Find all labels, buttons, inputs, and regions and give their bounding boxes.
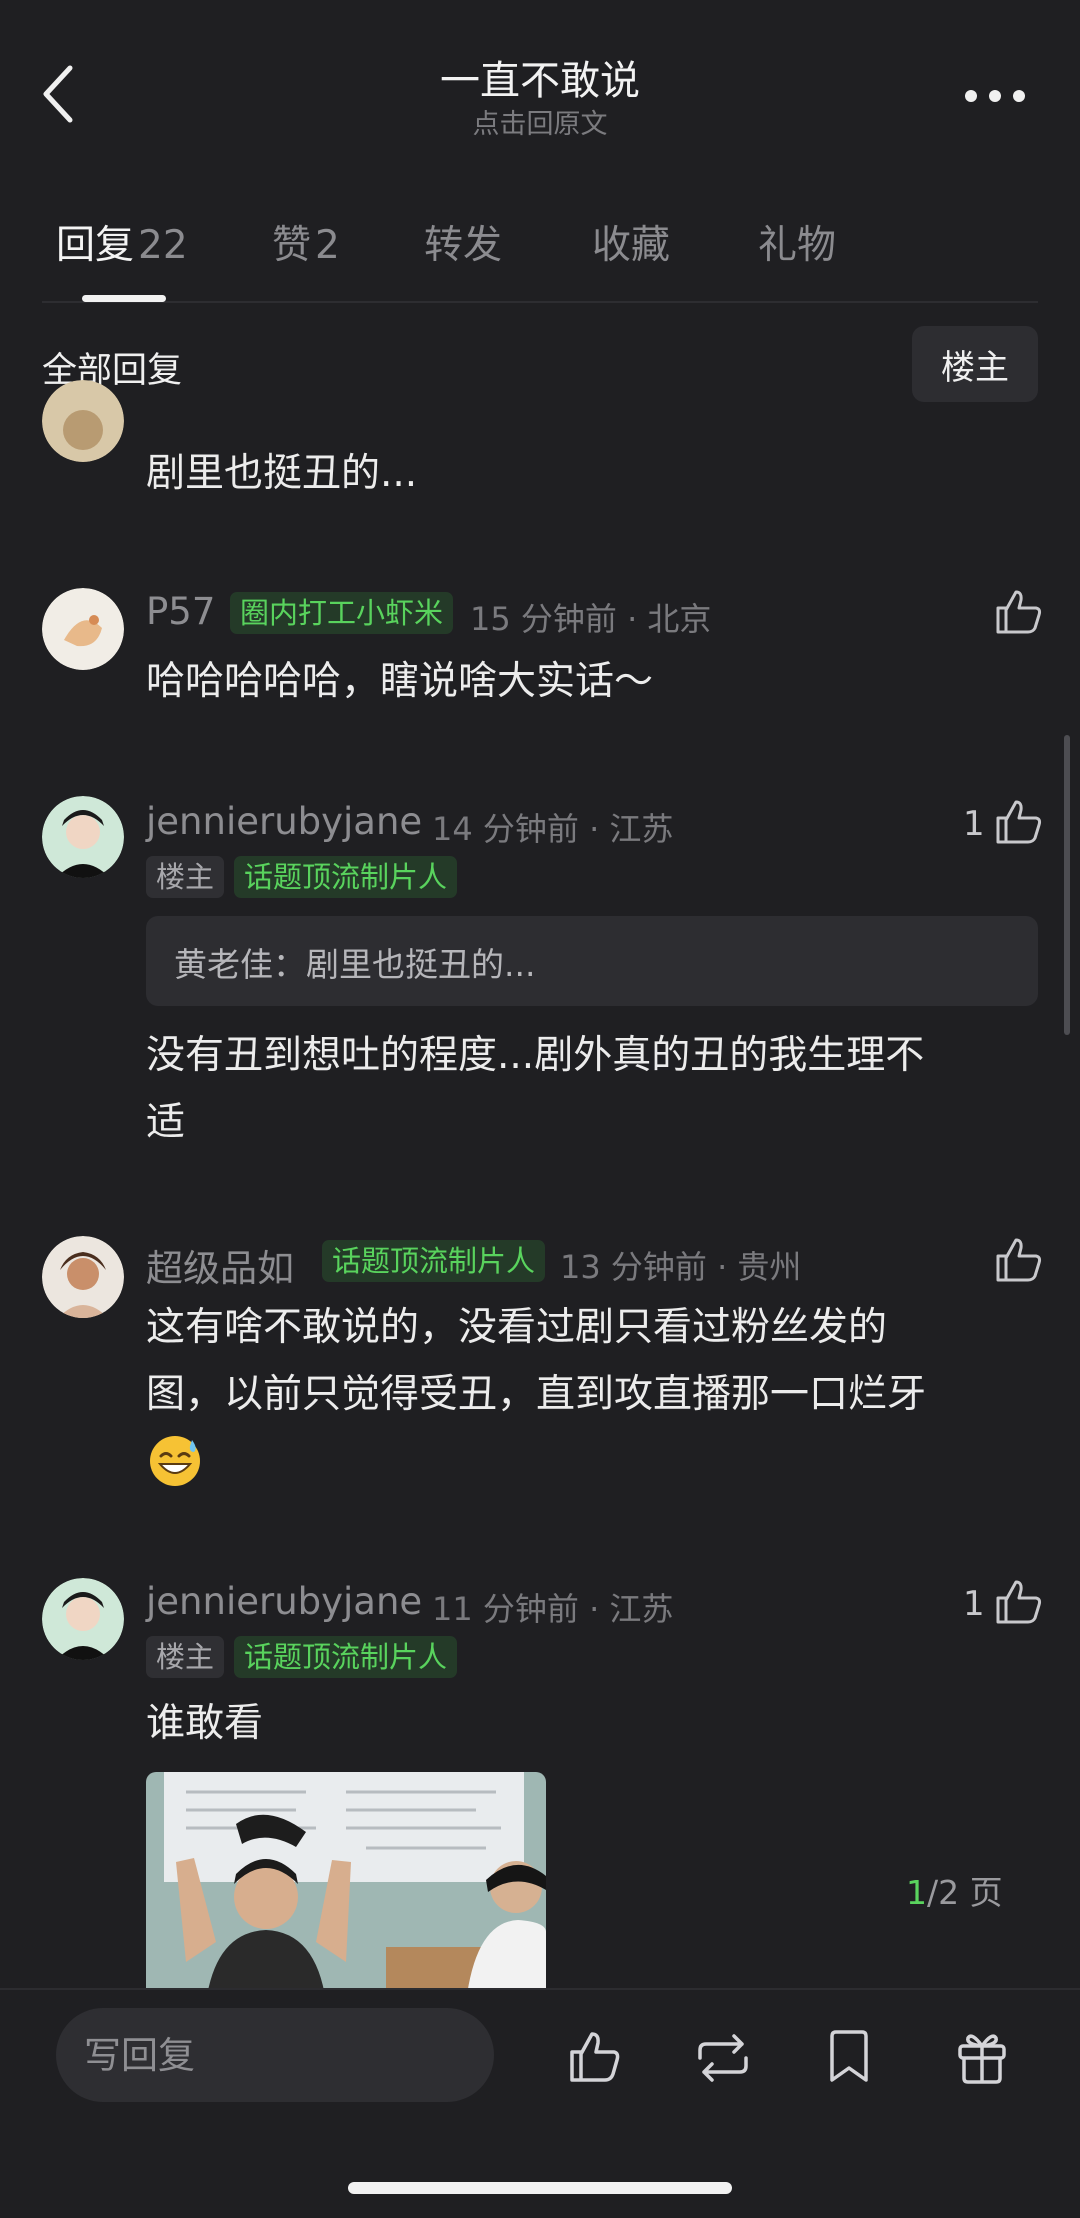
comment-content: 哈哈哈哈哈，瞎说啥大实话～ <box>146 659 654 704</box>
active-tab-indicator <box>82 295 166 302</box>
avatar[interactable] <box>42 1578 124 1660</box>
comment-content: 剧里也挺丑的... <box>146 451 418 496</box>
tab-label: 赞 <box>272 223 312 268</box>
tab-label: 回复 <box>56 223 135 268</box>
user-badge: 话题顶流制片人 <box>322 1240 546 1282</box>
thumbs-up-icon <box>996 1580 1042 1624</box>
comment-content: 这有啥不敢说的，没看过剧只看过粉丝发的 <box>146 1305 888 1350</box>
avatar[interactable] <box>42 380 124 462</box>
page-title[interactable]: 一直不敢说 <box>0 48 1080 106</box>
repost-icon <box>698 2034 748 2082</box>
more-button[interactable] <box>960 76 1030 116</box>
op-badge: 楼主 <box>146 856 225 898</box>
tab-likes[interactable]: 赞2 <box>272 214 340 270</box>
more-icon <box>965 90 1025 102</box>
like-button[interactable] <box>992 1234 1044 1286</box>
user-badge: 话题顶流制片人 <box>234 856 458 898</box>
gift-icon <box>958 2034 1006 2084</box>
tab-divider <box>42 301 1038 303</box>
tab-reposts[interactable]: 转发 <box>424 214 502 270</box>
comment-meta: 11 分钟前 · 江苏 <box>432 1590 674 1628</box>
op-filter-button[interactable]: 楼主 <box>912 326 1038 402</box>
user-badge: 话题顶流制片人 <box>234 1636 458 1678</box>
tab-label: 收藏 <box>592 223 671 268</box>
total-pages: /2 页 <box>927 1873 1003 1912</box>
current-page: 1 <box>906 1873 927 1912</box>
username[interactable]: jennierubyjane <box>146 800 422 843</box>
comment-content: 适 <box>146 1100 186 1145</box>
avatar[interactable] <box>42 796 124 878</box>
thumbs-up-icon <box>996 800 1042 844</box>
username[interactable]: jennierubyjane <box>146 1580 422 1623</box>
tab-label: 礼物 <box>758 223 837 268</box>
tab-count: 22 <box>138 223 188 268</box>
page-indicator[interactable]: 1/2 页 <box>906 1866 1003 1914</box>
comment-image[interactable] <box>146 1772 546 2002</box>
username[interactable]: P57 <box>146 590 215 633</box>
like-button[interactable] <box>992 796 1044 848</box>
bookmark-button[interactable] <box>824 2028 874 2086</box>
comment-meta: 14 分钟前 · 江苏 <box>432 810 674 848</box>
like-count: 1 <box>963 804 985 844</box>
tab-gifts[interactable]: 礼物 <box>758 214 836 270</box>
username[interactable]: 超级品如 <box>146 1238 294 1292</box>
comment-content: 谁敢看 <box>146 1701 264 1746</box>
tab-favorites[interactable]: 收藏 <box>592 214 670 270</box>
gift-button[interactable] <box>954 2026 1010 2086</box>
like-button[interactable] <box>992 586 1044 638</box>
thumbs-up-icon <box>996 1238 1042 1282</box>
thumbs-up-icon <box>996 590 1042 634</box>
comment-meta: 13 分钟前 · 贵州 <box>560 1248 802 1286</box>
quoted-reply-text: 黄老佳：剧里也挺丑的... <box>174 945 536 984</box>
sweat-smile-emoji-icon <box>148 1434 202 1488</box>
op-badge: 楼主 <box>146 1636 225 1678</box>
scrollbar[interactable] <box>1064 735 1070 1035</box>
user-badge: 圈内打工小虾米 <box>230 592 454 634</box>
reply-input[interactable] <box>56 2008 494 2102</box>
comment-content: 图，以前只觉得受丑，直到攻直播那一口烂牙 <box>146 1372 927 1417</box>
comment-content: 没有丑到想吐的程度...剧外真的丑的我生理不 <box>146 1033 925 1078</box>
like-count: 1 <box>963 1584 985 1624</box>
tab-count: 2 <box>315 223 340 268</box>
view-original-link[interactable]: 点击回原文 <box>0 102 1080 141</box>
tab-label: 转发 <box>424 223 503 268</box>
repost-button[interactable] <box>692 2030 754 2086</box>
avatar[interactable] <box>42 1236 124 1318</box>
thumbs-up-icon <box>570 2032 620 2082</box>
comment-meta: 15 分钟前 · 北京 <box>470 600 712 638</box>
like-post-button[interactable] <box>566 2028 622 2086</box>
quoted-reply[interactable]: 黄老佳：剧里也挺丑的... <box>146 916 1038 1006</box>
avatar[interactable] <box>42 588 124 670</box>
like-button[interactable] <box>992 1576 1044 1628</box>
home-indicator[interactable] <box>348 2182 732 2194</box>
bookmark-icon <box>830 2030 868 2082</box>
tab-replies[interactable]: 回复 22 <box>56 214 188 270</box>
